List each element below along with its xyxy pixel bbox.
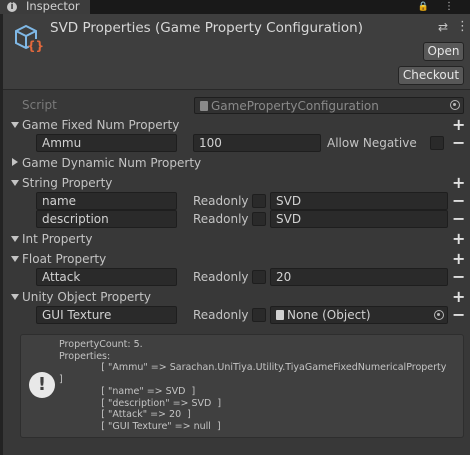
string-readonly-checkbox-1[interactable] — [252, 194, 266, 208]
script-field: GamePropertyConfiguration — [194, 97, 464, 114]
scriptable-object-icon: {} — [15, 24, 44, 53]
string-readonly-label-2: Readonly — [193, 212, 249, 226]
foldout-object-label[interactable]: Unity Object Property — [22, 288, 151, 306]
add-int-button[interactable]: + — [452, 231, 465, 247]
header-title: SVD Properties (Game Property Configurat… — [50, 20, 363, 36]
allow-negative-checkbox[interactable] — [430, 136, 444, 150]
object-readonly-label-1: Readonly — [193, 308, 249, 322]
foldout-float-label[interactable]: Float Property — [22, 250, 106, 268]
script-value: GamePropertyConfiguration — [211, 99, 379, 113]
open-button[interactable]: Open — [423, 42, 464, 61]
foldout-int-label[interactable]: Int Property — [22, 230, 92, 248]
tab-inspector[interactable]: i Inspector — [0, 0, 90, 14]
string-name-field-1[interactable]: name — [36, 192, 177, 210]
remove-object-button-1[interactable]: − — [452, 307, 465, 323]
add-object-button[interactable]: + — [452, 289, 465, 305]
float-value-field-1[interactable]: 20 — [270, 268, 448, 286]
add-fixed-num-button[interactable]: + — [452, 117, 465, 133]
checkout-button[interactable]: Checkout — [398, 66, 464, 85]
menu-icon[interactable]: ⋮ — [444, 1, 460, 12]
float-readonly-checkbox-1[interactable] — [252, 270, 266, 284]
fixed-num-name-field[interactable]: Ammu — [36, 134, 177, 152]
object-value: None (Object) — [287, 308, 371, 322]
lock-icon[interactable]: 🔒 — [418, 2, 435, 12]
info-icon: i — [7, 2, 17, 12]
foldout-fixed-num-label[interactable]: Game Fixed Num Property — [22, 116, 179, 134]
string-readonly-label-1: Readonly — [193, 194, 249, 208]
remove-float-button-1[interactable]: − — [452, 269, 465, 285]
add-string-button[interactable]: + — [452, 175, 465, 191]
help-text: PropertyCount: 5. Properties: [ "Ammu" =… — [59, 339, 447, 432]
foldout-string-label[interactable]: String Property — [22, 174, 112, 192]
foldout-fixed-num-arrow[interactable] — [11, 122, 19, 128]
string-readonly-checkbox-2[interactable] — [252, 212, 266, 226]
object-target-icon[interactable] — [434, 310, 444, 320]
object-name-field-1[interactable]: GUI Texture — [36, 306, 177, 324]
fixed-num-value-field[interactable]: 100 — [193, 134, 321, 152]
foldout-int-arrow[interactable] — [11, 236, 19, 242]
script-target-icon — [450, 100, 460, 110]
string-name-field-2[interactable]: description — [36, 210, 177, 228]
string-value-field-1[interactable]: SVD — [270, 192, 448, 210]
header-settings-icon[interactable]: ⇄ — [438, 20, 448, 34]
tab-actions: 🔒 ⋮ — [418, 0, 460, 14]
foldout-float-arrow[interactable] — [11, 256, 19, 262]
foldout-dynamic-num-arrow[interactable] — [12, 158, 18, 166]
string-value-field-2[interactable]: SVD — [270, 210, 448, 228]
tab-label: Inspector — [26, 0, 80, 13]
object-readonly-checkbox-1[interactable] — [252, 308, 266, 322]
script-label: Script — [22, 98, 57, 112]
add-float-button[interactable]: + — [452, 251, 465, 267]
script-file-icon — [200, 101, 208, 111]
remove-string-button-1[interactable]: − — [452, 193, 465, 209]
foldout-object-arrow[interactable] — [11, 294, 19, 300]
svg-text:{}: {} — [27, 39, 44, 53]
warning-icon: ! — [29, 372, 55, 398]
allow-negative-label: Allow Negative — [327, 136, 417, 150]
object-file-icon — [276, 310, 284, 320]
object-value-field-1[interactable]: None (Object) — [270, 306, 448, 324]
remove-fixed-num-button[interactable]: − — [452, 135, 465, 151]
float-readonly-label-1: Readonly — [193, 270, 249, 284]
header-kebab-icon[interactable]: ⋮ — [456, 19, 469, 34]
remove-string-button-2[interactable]: − — [452, 211, 465, 227]
foldout-dynamic-num-label[interactable]: Game Dynamic Num Property — [22, 154, 201, 172]
foldout-string-arrow[interactable] — [11, 180, 19, 186]
float-name-field-1[interactable]: Attack — [36, 268, 177, 286]
